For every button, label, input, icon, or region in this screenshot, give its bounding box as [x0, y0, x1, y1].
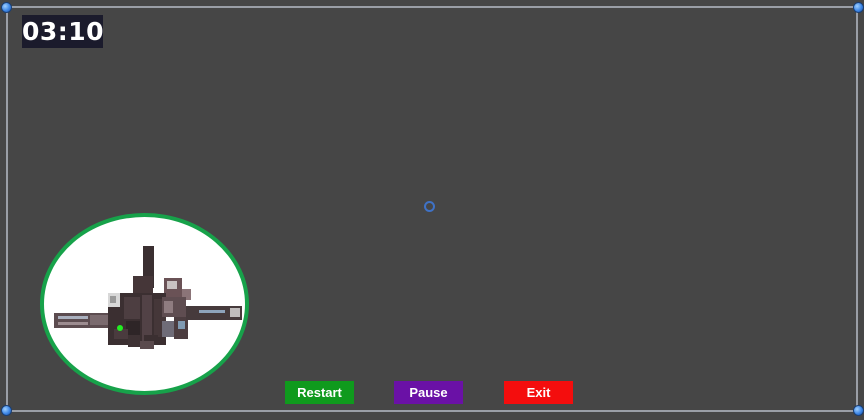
minimap [40, 213, 249, 395]
game-viewport[interactable]: 03:10 Restart Pause Exit [0, 0, 864, 420]
minimap-room [126, 321, 140, 335]
resize-handle-icon[interactable] [853, 2, 864, 13]
frame-border-left [6, 6, 8, 412]
minimap-room [178, 321, 185, 329]
resize-handle-icon[interactable] [853, 405, 864, 416]
minimap-room [128, 335, 140, 347]
minimap-room [230, 308, 240, 317]
restart-button[interactable]: Restart [285, 381, 354, 404]
crosshair-ring-icon [424, 201, 435, 212]
resize-handle-icon[interactable] [1, 2, 12, 13]
minimap-room [164, 301, 173, 313]
minimap-room [162, 321, 174, 337]
frame-border-right [856, 6, 858, 412]
minimap-room [124, 297, 140, 319]
player-dot-icon [117, 325, 123, 331]
frame-border-top [6, 6, 858, 8]
minimap-room [167, 281, 177, 289]
minimap-room [58, 322, 88, 325]
countdown-timer: 03:10 [22, 15, 105, 48]
minimap-room [140, 341, 154, 349]
minimap-room [199, 310, 225, 313]
minimap-floorplan [54, 246, 242, 349]
minimap-room [110, 296, 116, 303]
minimap-room [58, 316, 88, 319]
pause-button[interactable]: Pause [394, 381, 463, 404]
frame-border-bottom [6, 410, 858, 412]
resize-handle-icon[interactable] [1, 405, 12, 416]
exit-button[interactable]: Exit [504, 381, 573, 404]
